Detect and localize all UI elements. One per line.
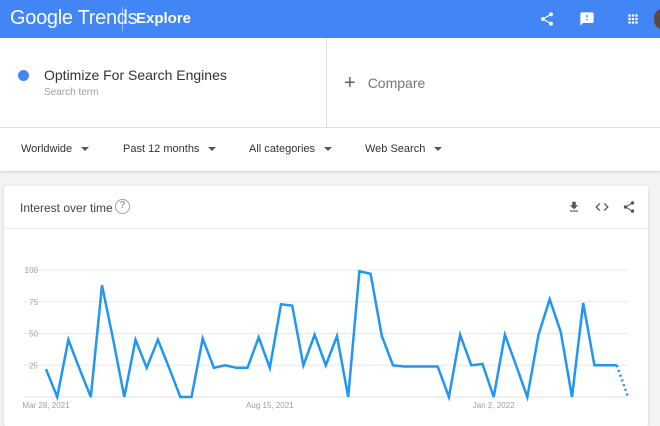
app-bar-divider [122, 7, 123, 31]
data-point[interactable] [615, 363, 619, 367]
data-point[interactable] [301, 363, 305, 367]
data-point[interactable] [178, 395, 182, 399]
x-tick-label: Aug 15, 2021 [246, 401, 294, 410]
compare-label: Compare [367, 75, 426, 91]
search-term-name[interactable]: Optimize For Search Engines [44, 67, 227, 83]
data-point[interactable] [167, 366, 171, 370]
data-point[interactable] [447, 395, 451, 399]
logo-trends-text: Trends [77, 7, 138, 29]
data-point[interactable] [548, 297, 552, 301]
category-filter-label: All categories [249, 143, 316, 155]
data-point[interactable] [458, 333, 462, 337]
data-point[interactable] [89, 395, 93, 399]
search-term-card[interactable]: Optimize For Search Engines Search term [0, 38, 327, 128]
data-point[interactable] [581, 301, 585, 305]
data-point[interactable] [570, 395, 574, 399]
data-point[interactable] [413, 365, 417, 369]
page-title: Explore [136, 10, 192, 27]
data-point[interactable] [335, 334, 339, 338]
data-point[interactable] [257, 335, 261, 339]
dropdown-arrow-icon [434, 147, 443, 151]
data-point[interactable] [391, 363, 395, 367]
data-point[interactable] [212, 366, 216, 370]
data-point[interactable] [436, 365, 440, 369]
search-type-filter[interactable]: Web Search [365, 143, 443, 155]
data-point[interactable] [111, 338, 115, 342]
region-filter[interactable]: Worldwide [21, 143, 90, 155]
data-point[interactable] [626, 395, 630, 399]
dropdown-arrow-icon [324, 147, 333, 151]
data-point[interactable] [156, 338, 160, 342]
series-line [44, 269, 617, 402]
data-point[interactable] [279, 302, 283, 306]
data-point[interactable] [380, 334, 384, 338]
category-filter[interactable]: All categories [249, 143, 333, 155]
feedback-icon[interactable] [576, 8, 598, 30]
data-point[interactable] [78, 367, 82, 371]
avatar[interactable] [654, 9, 660, 29]
share-icon[interactable] [536, 8, 558, 30]
logo-google-text: Google [10, 7, 73, 29]
data-point[interactable] [503, 333, 507, 337]
y-tick-label: 75 [29, 298, 38, 307]
x-tick-label: Mar 28, 2021 [22, 401, 70, 410]
data-point[interactable] [346, 395, 350, 399]
data-point[interactable] [223, 363, 227, 367]
data-point[interactable] [313, 333, 317, 337]
term-color-dot [18, 70, 29, 81]
region-filter-label: Worldwide [21, 143, 73, 155]
data-point[interactable] [592, 363, 596, 367]
data-point[interactable] [190, 395, 194, 399]
term-bar: Optimize For Search Engines Search term … [0, 38, 660, 128]
apps-grid-icon[interactable] [622, 8, 644, 30]
plus-icon: + [344, 72, 356, 94]
time-range-filter-label: Past 12 months [123, 143, 200, 155]
data-point[interactable] [290, 304, 294, 308]
search-type-filter-label: Web Search [365, 143, 426, 155]
data-point[interactable] [55, 395, 59, 399]
data-point[interactable] [481, 362, 485, 366]
y-tick-label: 100 [25, 266, 39, 275]
data-point[interactable] [234, 366, 238, 370]
data-point[interactable] [369, 272, 373, 276]
data-point[interactable] [425, 365, 429, 369]
data-point[interactable] [402, 365, 406, 369]
data-point[interactable] [134, 338, 138, 342]
data-point[interactable] [66, 338, 70, 342]
google-trends-logo[interactable]: Google Trends [10, 7, 138, 30]
filter-bar: Worldwide Past 12 months All categories … [0, 128, 660, 172]
data-point[interactable] [324, 363, 328, 367]
data-point[interactable] [604, 363, 608, 367]
data-point[interactable] [268, 366, 272, 370]
data-point[interactable] [469, 363, 473, 367]
data-point[interactable] [492, 395, 496, 399]
y-tick-label: 25 [29, 361, 38, 370]
data-point[interactable] [514, 363, 518, 367]
data-point[interactable] [536, 333, 540, 337]
data-point[interactable] [357, 269, 361, 273]
compare-button[interactable]: + Compare [344, 72, 426, 94]
data-point[interactable] [525, 395, 529, 399]
interest-over-time-card: Interest over time ? 25 50 75 100 Mar 28, 2… [4, 186, 648, 426]
time-range-filter[interactable]: Past 12 months [123, 143, 217, 155]
dropdown-arrow-icon [81, 147, 90, 151]
y-tick-label: 50 [29, 330, 38, 339]
interest-line-chart[interactable]: 25 50 75 100 Mar 28, 2021 Aug 15, 2021 Jan 2,… [4, 186, 648, 426]
data-point[interactable] [145, 366, 149, 370]
dropdown-arrow-icon [208, 147, 217, 151]
search-term-type: Search term [44, 87, 99, 98]
series-partial-line [615, 364, 630, 398]
data-point[interactable] [245, 366, 249, 370]
data-point[interactable] [122, 395, 126, 399]
data-point[interactable] [559, 330, 563, 334]
data-point[interactable] [201, 337, 205, 341]
app-bar: Google Trends Explore [0, 0, 660, 38]
data-point[interactable] [44, 367, 48, 371]
x-tick-label: Jan 2, 2022 [473, 401, 515, 410]
data-point[interactable] [100, 283, 104, 287]
